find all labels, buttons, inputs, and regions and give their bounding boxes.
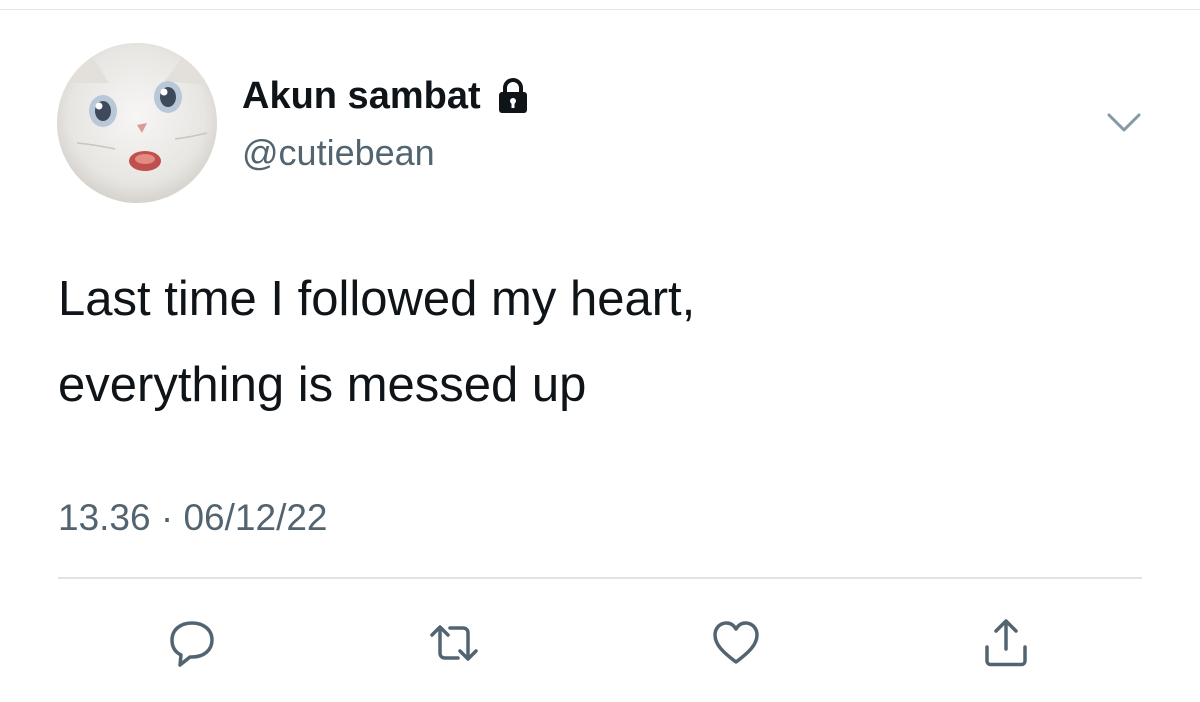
like-icon	[713, 621, 759, 664]
reply-button[interactable]	[166, 617, 218, 669]
top-divider	[0, 9, 1200, 10]
chevron-down-icon[interactable]	[1106, 110, 1142, 136]
retweet-icon	[430, 625, 478, 661]
timestamp-separator: ·	[160, 497, 174, 538]
actions-divider	[58, 577, 1142, 579]
tweet-text: Last time I followed my heart, everythin…	[58, 256, 1138, 428]
avatar[interactable]	[57, 43, 217, 203]
tweet-text-line: Last time I followed my heart,	[58, 272, 696, 326]
like-button[interactable]	[710, 617, 762, 669]
cat-avatar-icon	[57, 43, 217, 203]
display-name[interactable]: Akun sambat	[242, 72, 533, 120]
tweet-timestamp[interactable]: 13.36 · 06/12/22	[58, 496, 328, 540]
tweet-text-line: everything is messed up	[58, 358, 587, 412]
retweet-button[interactable]	[428, 617, 480, 669]
account-handle[interactable]: @cutiebean	[242, 131, 435, 175]
tweet-date: 06/12/22	[183, 497, 328, 538]
display-name-text[interactable]: Akun sambat	[242, 72, 481, 120]
tweet-time: 13.36	[58, 497, 151, 538]
lock-icon	[493, 76, 533, 116]
reply-icon	[170, 621, 214, 667]
share-icon	[985, 619, 1027, 667]
tweet-card: Akun sambat @cutiebean Last time I follo…	[0, 0, 1200, 702]
share-button[interactable]	[980, 617, 1032, 669]
